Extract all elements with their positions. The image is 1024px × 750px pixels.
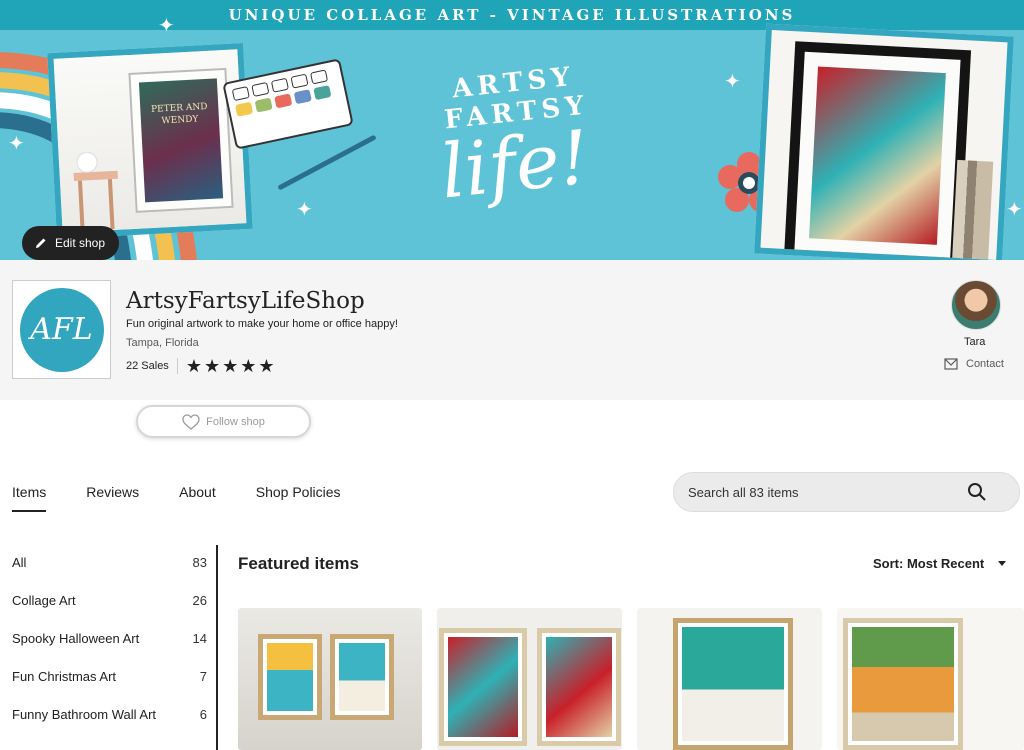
shop-name: ArtsyFartsyLifeShop (126, 288, 365, 314)
star-icon: ★ (240, 356, 257, 376)
caret-down-icon (998, 561, 1007, 566)
tab-shop-policies[interactable]: Shop Policies (256, 484, 341, 512)
edit-shop-button[interactable]: Edit shop (22, 226, 120, 260)
contact-label: Contact (966, 358, 1004, 370)
sidebar-item-collage-art[interactable]: Collage Art 26 (12, 593, 207, 608)
sidebar-item-fun-christmas-art[interactable]: Fun Christmas Art 7 (12, 669, 207, 684)
mail-icon (944, 358, 958, 370)
sparkle-icon: ✦ (724, 71, 741, 93)
featured-items-heading: Featured items (238, 554, 359, 573)
category-count: 26 (192, 593, 207, 608)
listing-image (843, 618, 963, 750)
follow-shop-button[interactable]: Follow shop (136, 405, 311, 438)
listing-card[interactable] (837, 608, 1024, 750)
star-icon: ★ (203, 356, 221, 376)
tab-items[interactable]: Items (12, 484, 47, 512)
star-icon: ★ (222, 356, 239, 376)
star-icon: ★ (185, 356, 202, 376)
framed-collage-print (783, 41, 972, 260)
shop-logo-text: AFL (19, 287, 104, 372)
listing-image (330, 634, 394, 720)
heart-icon (182, 413, 200, 430)
search-placeholder: Search all 83 items (688, 484, 799, 500)
listing-image (258, 634, 322, 720)
tab-reviews[interactable]: Reviews (86, 484, 139, 512)
owner-avatar[interactable] (951, 280, 1001, 330)
shop-sales-rating: 22 Sales ★ ★ ★ ★ ★ (126, 357, 275, 375)
rating-stars[interactable]: ★ ★ ★ ★ ★ (186, 357, 275, 375)
listing-card[interactable] (238, 608, 422, 750)
sparkle-icon: ✦ (1006, 199, 1023, 221)
sparkle-icon: ✦ (8, 133, 25, 155)
listing-card[interactable] (637, 608, 822, 750)
listing-image (537, 628, 621, 746)
sort-label: Sort: Most Recent (873, 556, 985, 571)
shop-tabs: Items Reviews About Shop Policies (12, 484, 341, 512)
sort-dropdown[interactable]: Sort: Most Recent (873, 556, 1007, 571)
pencil-icon (36, 238, 46, 248)
category-label: Funny Bathroom Wall Art (12, 707, 157, 722)
framed-book-print: PETER AND WENDY (128, 67, 234, 213)
follow-shop-label: Follow shop (206, 415, 265, 428)
category-count: 83 (192, 555, 207, 570)
sparkle-icon: ✦ (158, 15, 175, 37)
paintbrush-illustration (277, 134, 377, 191)
shop-header: AFL ArtsyFartsyLifeShop Fun original art… (0, 260, 1024, 400)
category-label: Collage Art (12, 593, 76, 608)
book-title: PETER AND WENDY (150, 101, 208, 127)
category-label: All (12, 555, 27, 570)
category-count: 6 (199, 707, 207, 722)
listing-image (439, 628, 527, 746)
listing-card[interactable] (437, 608, 622, 750)
search-icon[interactable] (967, 482, 987, 502)
category-count: 14 (192, 631, 207, 646)
banner-title: ARTSY FARTSY life! (380, 62, 650, 216)
contact-link[interactable]: Contact (944, 358, 1004, 370)
banner-photo-collage-art (754, 23, 1014, 260)
shop-tagline: Fun original artwork to make your home o… (126, 318, 398, 330)
category-count: 7 (199, 669, 207, 684)
shop-banner: UNIQUE COLLAGE ART - VINTAGE ILLUSTRATIO… (0, 0, 1024, 260)
star-icon: ★ (258, 356, 275, 376)
category-sidebar: All 83 Collage Art 26 Spooky Halloween Art… (0, 545, 218, 750)
tab-about[interactable]: About (179, 484, 216, 512)
sidebar-item-funny-bathroom-wall-art[interactable]: Funny Bathroom Wall Art 6 (12, 707, 207, 722)
category-label: Spooky Halloween Art (12, 631, 140, 646)
listing-image (673, 618, 793, 750)
sales-count: 22 Sales (126, 360, 169, 372)
category-label: Fun Christmas Art (12, 669, 117, 684)
stool-illustration (73, 151, 118, 231)
shop-location: Tampa, Florida (126, 337, 199, 349)
sidebar-item-all[interactable]: All 83 (12, 555, 207, 570)
books-decoration (951, 159, 994, 260)
search-input[interactable]: Search all 83 items (673, 472, 1020, 512)
edit-shop-label: Edit shop (55, 236, 106, 250)
shop-logo[interactable]: AFL (12, 280, 111, 379)
banner-strip-text: UNIQUE COLLAGE ART - VINTAGE ILLUSTRATIO… (0, 0, 1024, 30)
owner-name[interactable]: Tara (964, 336, 985, 348)
sidebar-item-spooky-halloween-art[interactable]: Spooky Halloween Art 14 (12, 631, 207, 646)
banner-photo-framed-book: PETER AND WENDY (47, 42, 253, 240)
sparkle-icon: ✦ (296, 199, 313, 221)
